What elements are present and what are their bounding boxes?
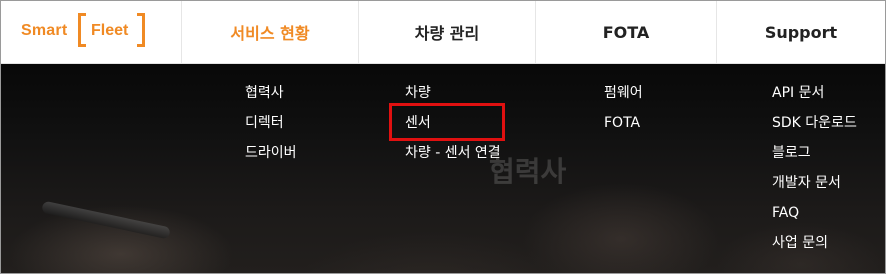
menu-item-blog[interactable]: 블로그 xyxy=(772,144,811,162)
nav-tab-fota[interactable]: FOTA xyxy=(535,1,716,63)
smartfleet-logo[interactable]: Smart Fleet xyxy=(1,1,181,63)
menu-item-firmware[interactable]: 펌웨어 xyxy=(604,84,643,102)
logo-text-fleet: Fleet xyxy=(91,22,129,39)
nav-tab-vehicle-management[interactable]: 차량 관리 xyxy=(358,1,535,63)
highlight-annotation-box xyxy=(389,103,505,141)
menu-item-api-docs[interactable]: API 문서 xyxy=(772,84,824,102)
logo-left-bracket xyxy=(78,13,86,47)
background-stylus-image xyxy=(41,200,171,240)
logo-text-smart: Smart xyxy=(21,22,68,39)
menu-item-fota[interactable]: FOTA xyxy=(604,114,640,132)
dropdown-mega-menu: 협력사 협력사 디렉터 드라이버 차량 센서 차량 - 센서 연결 펌웨어 FO… xyxy=(1,64,885,273)
menu-item-vehicles[interactable]: 차량 xyxy=(405,84,431,102)
nav-tab-support[interactable]: Support xyxy=(716,1,885,63)
page-frame: Smart Fleet 서비스 현황 차량 관리 FOTA Support 협력… xyxy=(0,0,886,274)
menu-item-drivers[interactable]: 드라이버 xyxy=(245,144,297,162)
logo-right-bracket xyxy=(137,13,145,47)
menu-item-sdk-download[interactable]: SDK 다운로드 xyxy=(772,114,857,132)
menu-item-directors[interactable]: 디렉터 xyxy=(245,114,284,132)
menu-item-partners[interactable]: 협력사 xyxy=(245,84,284,102)
menu-item-vehicle-sensor-link[interactable]: 차량 - 센서 연결 xyxy=(405,144,501,162)
menu-item-business-inquiry[interactable]: 사업 문의 xyxy=(772,234,828,252)
top-navigation-bar: Smart Fleet 서비스 현황 차량 관리 FOTA Support xyxy=(1,1,885,64)
menu-item-faq[interactable]: FAQ xyxy=(772,204,799,222)
nav-tab-service-status[interactable]: 서비스 현황 xyxy=(181,1,358,63)
menu-item-developer-docs[interactable]: 개발자 문서 xyxy=(772,174,841,192)
